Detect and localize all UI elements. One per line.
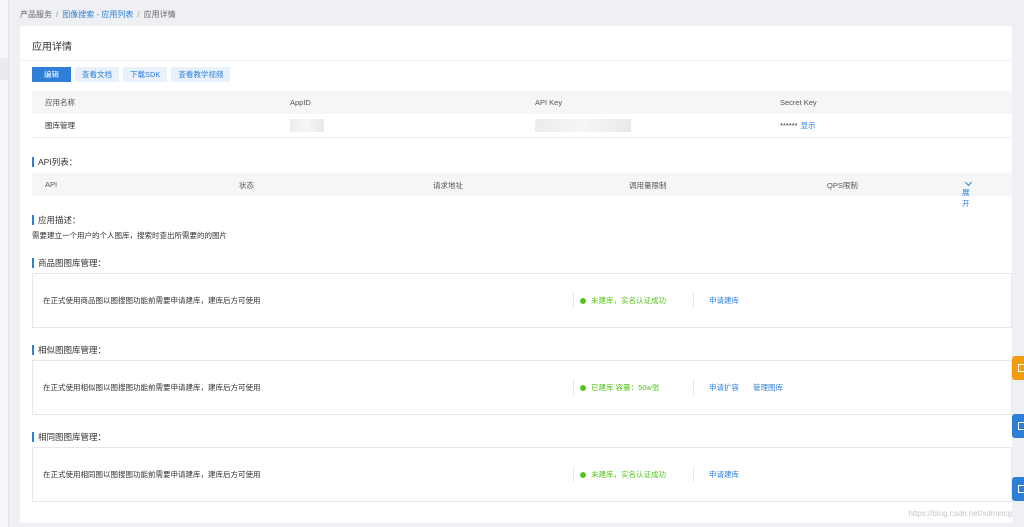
library-actions: 申请建库 [709,295,753,306]
floating-edit-tab[interactable] [1012,414,1024,438]
manage-library-link[interactable]: 管理图库 [753,383,783,392]
expand-label: 展开 [962,188,970,208]
watermark: https://blog.csdn.net/xdmincg [908,509,1012,518]
api-list-title: API列表： [32,157,77,167]
similar-library-box: 在正式使用相似图以图搜图功能前需要申请建库，建库后方可使用 已建库 容量：50w… [32,360,1012,415]
library-title: 相似图图库管理： [32,345,106,355]
divider [573,292,574,308]
left-rail-indicator [0,58,8,80]
status-text: 未建库，实名认证成功 [591,470,666,479]
library-title: 商品图图库管理： [32,258,106,268]
status-text: 未建库，实名认证成功 [591,296,666,305]
col-api-key: API Key [535,98,563,107]
apply-expansion-link[interactable]: 申请扩容 [709,383,739,392]
library-title: 相同图图库管理： [32,432,106,442]
app-name-value: 图库管理 [32,114,277,138]
divider [693,466,694,482]
library-desc: 在正式使用相似图以图搜图功能前需要申请建库，建库后方可使用 [43,383,261,392]
same-library-box: 在正式使用相同图以图搜图功能前需要申请建库，建库后方可使用 未建库，实名认证成功… [32,447,1012,502]
col-app-id: AppID [290,98,311,107]
app-info-table: 应用名称 AppID API Key Secret Key 图库管理 *****… [32,91,1012,138]
apply-library-link[interactable]: 申请建库 [709,470,739,479]
divider [573,379,574,395]
floating-service-tab[interactable] [1012,477,1024,501]
breadcrumb-separator: / [56,10,59,19]
breadcrumb-current: 应用详情 [143,10,176,19]
divider [573,466,574,482]
action-bar: 编辑 查看文档 下载SDK 查看教学视频 [32,67,231,82]
status-text: 已建库 容量：50w张 [591,383,660,392]
breadcrumb: 产品服务 / 图像搜索 - 应用列表 / 应用详情 [20,9,176,21]
breadcrumb-root[interactable]: 产品服务 [20,10,52,19]
headset-icon [1018,485,1024,493]
app-desc-text: 需要建立一个用户的个人图库，搜索时查出所需要的的图片 [32,231,227,240]
document-icon [1018,364,1024,372]
tutorial-video-button[interactable]: 查看教学视频 [171,67,231,82]
library-desc: 在正式使用相同图以图搜图功能前需要申请建库，建库后方可使用 [43,470,261,479]
api-col-qps: QPS限制 [827,181,858,190]
secret-key-value: ****** 显示 [767,114,1012,138]
breadcrumb-separator: / [137,10,140,19]
show-secret-link[interactable]: 显示 [801,121,816,130]
status-badge: 已建库 容量：50w张 [580,382,659,393]
api-col-api: API [45,180,58,189]
table-row: 图库管理 ****** 显示 [32,114,1012,138]
chevron-down-icon [964,178,973,187]
edit-button[interactable]: 编辑 [32,67,71,82]
expand-toggle[interactable]: 展开 [962,178,973,208]
library-desc: 在正式使用商品图以图搜图功能前需要申请建库，建库后方可使用 [43,296,261,305]
redacted-app-id [290,119,324,132]
apply-library-link[interactable]: 申请建库 [709,296,739,305]
edit-icon [1018,422,1024,430]
app-detail-card: 应用详情 编辑 查看文档 下载SDK 查看教学视频 应用名称 AppID API… [20,26,1012,523]
library-actions: 申请扩容 管理图库 [709,382,797,393]
status-dot-icon [580,472,586,478]
status-badge: 未建库，实名认证成功 [580,295,666,306]
app-id-value [277,114,522,138]
title-divider [20,60,1012,61]
api-col-quota: 调用量限制 [629,181,667,190]
app-desc-title: 应用描述： [32,215,81,225]
status-dot-icon [580,298,586,304]
library-actions: 申请建库 [709,469,753,480]
api-key-value [522,114,767,138]
col-app-name: 应用名称 [45,98,75,107]
api-col-status: 状态 [239,181,254,190]
product-library-box: 在正式使用商品图以图搜图功能前需要申请建库，建库后方可使用 未建库，实名认证成功… [32,273,1012,328]
api-col-url: 请求地址 [433,181,463,190]
redacted-api-key [535,119,631,132]
status-badge: 未建库，实名认证成功 [580,469,666,480]
secret-key-mask: ****** [780,121,798,130]
col-secret-key: Secret Key [780,98,817,107]
download-sdk-button[interactable]: 下载SDK [123,67,168,82]
app-info-header-row: 应用名称 AppID API Key Secret Key [32,91,1012,114]
breadcrumb-app-list[interactable]: 图像搜索 - 应用列表 [62,10,133,19]
status-dot-icon [580,385,586,391]
view-docs-button[interactable]: 查看文档 [75,67,119,82]
divider [693,379,694,395]
page-title: 应用详情 [32,42,72,53]
floating-feedback-tab[interactable] [1012,356,1024,380]
api-list-header: API 状态 请求地址 调用量限制 QPS限制 展开 [32,173,1012,208]
left-rail [0,0,9,527]
divider [693,292,694,308]
